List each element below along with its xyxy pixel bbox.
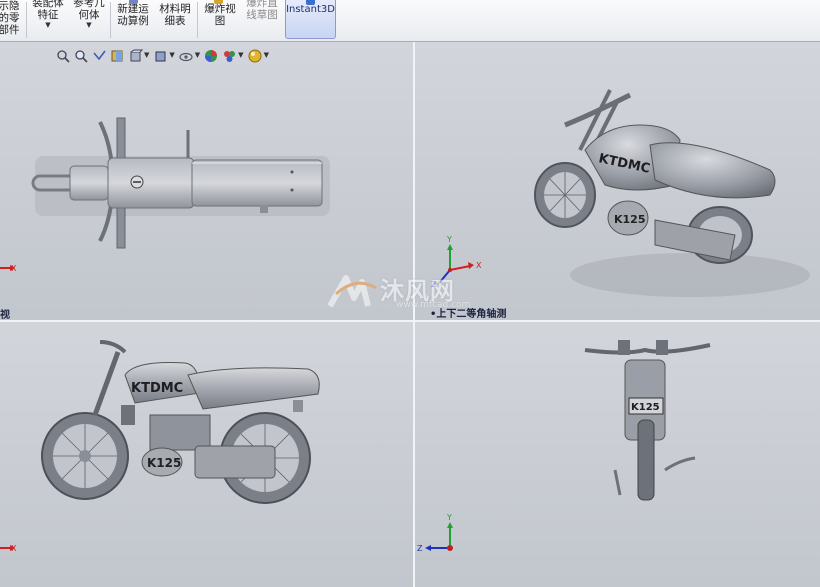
zoom-area-icon[interactable] <box>74 48 89 63</box>
apply-scene-icon[interactable] <box>222 48 237 62</box>
exploded-view-button[interactable]: 爆炸视 图 <box>200 0 240 40</box>
chevron-down-icon[interactable]: ▼ <box>238 51 243 59</box>
viewport-splitter-horizontal[interactable] <box>0 320 820 322</box>
assembly-features-label: 装配体 特征 <box>32 0 64 21</box>
view-orientation-icon[interactable] <box>128 48 144 62</box>
section-view-icon[interactable] <box>110 48 125 62</box>
heads-up-view-toolbar: ▼ ▼ ▼ ▼ ▼ <box>56 46 273 64</box>
chevron-down-icon[interactable]: ▼ <box>144 51 149 59</box>
coordinate-triad-tl: X <box>0 264 17 273</box>
exploded-view-label: 爆炸视 图 <box>204 3 236 27</box>
watermark-url: www.mfcad.com <box>396 300 471 310</box>
chevron-down-icon[interactable]: ▼ <box>264 51 269 59</box>
zoom-to-fit-icon[interactable] <box>56 48 71 63</box>
new-motion-study-label: 新建运 动算例 <box>117 3 149 27</box>
chevron-down-icon[interactable]: ▼ <box>195 51 200 59</box>
triad-z-label: Z <box>417 544 423 553</box>
previous-view-icon[interactable] <box>92 48 107 62</box>
motion-study-icon <box>129 0 138 4</box>
chevron-down-icon[interactable]: ▼ <box>28 21 68 29</box>
explode-line-sketch-button[interactable]: 爆炸直 线草图 <box>242 0 282 40</box>
toolbar-separator <box>110 2 111 38</box>
instant3d-button[interactable]: Instant3D <box>285 0 336 39</box>
triad-x-label: X <box>11 264 17 273</box>
edit-appearance-icon[interactable] <box>204 48 219 62</box>
hide-show-items-icon[interactable] <box>179 48 194 62</box>
reference-geometry-button[interactable]: 参考几 何体 ▼ <box>70 0 108 40</box>
view-settings-icon[interactable] <box>248 48 263 63</box>
viewport-front-view[interactable]: K125 Y Z <box>415 322 820 587</box>
toolbar-separator <box>197 2 198 38</box>
new-motion-study-button[interactable]: 新建运 动算例 <box>113 0 153 40</box>
show-hidden-components-label: 示隐 的零 部件 <box>0 0 20 36</box>
coordinate-triad-bl: X <box>0 544 17 553</box>
triad-y-label: Y <box>446 235 452 244</box>
viewport-label-top: 视 <box>0 310 10 320</box>
command-manager-toolbar: 示隐 的零 部件 装配体 特征 ▼ 参考几 何体 ▼ 新建运 动算例 材料明 细… <box>0 0 820 42</box>
instant3d-label: Instant3D <box>286 4 335 15</box>
toolbar-separator <box>26 2 27 38</box>
bill-of-materials-button[interactable]: 材料明 细表 <box>156 0 194 40</box>
viewport-side-view[interactable]: KTDMC K125 X <box>0 322 413 587</box>
triad-y-label: Y <box>446 513 452 522</box>
explode-line-sketch-label: 爆炸直 线草图 <box>246 0 278 21</box>
chevron-down-icon[interactable]: ▼ <box>70 21 108 29</box>
front-plate-text: K125 <box>631 402 660 413</box>
coordinate-triad-br: Y Z <box>417 513 453 553</box>
motorcycle-front-view: K125 Y Z <box>417 340 711 553</box>
show-hidden-components-button[interactable]: 示隐 的零 部件 <box>0 0 24 40</box>
side-plate-text: K125 <box>147 456 181 470</box>
iso-plate-text: K125 <box>614 213 646 226</box>
site-watermark: 沐风网 www.mfcad.com <box>328 268 498 316</box>
triad-x-label: X <box>11 544 17 553</box>
bill-of-materials-label: 材料明 细表 <box>159 3 191 27</box>
display-style-icon[interactable] <box>153 48 168 62</box>
assembly-features-button[interactable]: 装配体 特征 ▼ <box>28 0 68 40</box>
motorcycle-side-view: KTDMC K125 X <box>0 340 320 553</box>
chevron-down-icon[interactable]: ▼ <box>169 51 174 59</box>
reference-geometry-label: 参考几 何体 <box>73 0 105 21</box>
watermark-logo-icon <box>328 275 377 308</box>
side-brand-text: KTDMC <box>131 381 183 396</box>
exploded-view-icon <box>214 0 223 4</box>
